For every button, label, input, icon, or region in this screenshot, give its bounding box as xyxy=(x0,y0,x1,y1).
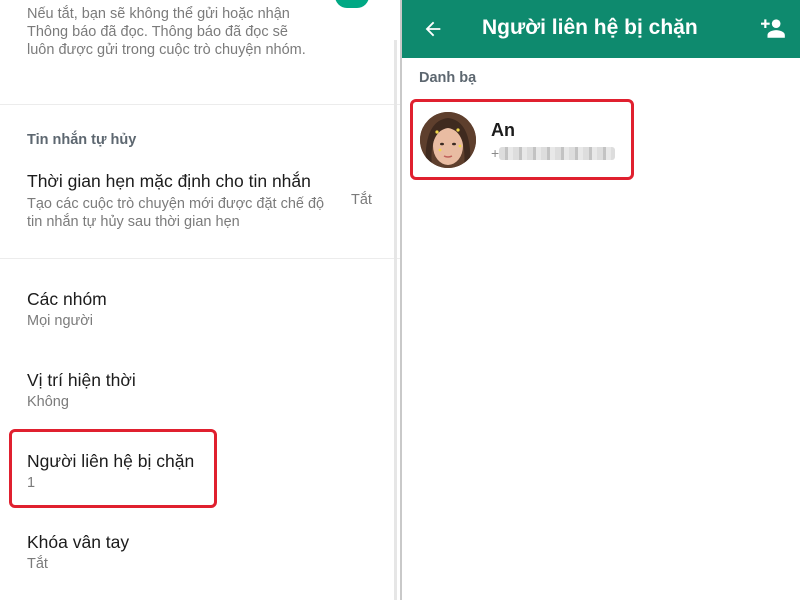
add-blocked-contact-button[interactable] xyxy=(758,12,790,44)
live-location-setting-value: Không xyxy=(27,394,69,410)
default-message-timer-value: Tắt xyxy=(351,192,372,208)
fingerprint-lock-setting-title: Khóa vân tay xyxy=(27,532,130,552)
add-person-icon xyxy=(761,19,785,38)
live-location-setting[interactable]: Vị trí hiện thời Không xyxy=(27,369,327,412)
app-bar-title: Người liên hệ bị chặn xyxy=(482,16,698,39)
default-message-timer-description: Tạo các cuộc trò chuyện mới được đặt chế… xyxy=(27,196,325,230)
avatar[interactable] xyxy=(420,112,476,168)
blocked-contacts-setting[interactable]: Người liên hệ bị chặn 1 xyxy=(27,450,327,493)
read-receipts-description: Nếu tắt, bạn sẽ không thể gửi hoặc nhận … xyxy=(27,6,306,58)
blocked-contacts-count: 1 xyxy=(27,475,36,491)
default-message-timer-title: Thời gian hẹn mặc định cho tin nhắn xyxy=(27,171,311,191)
section-header-disappearing-messages: Tin nhắn tự hủy xyxy=(27,132,137,148)
app-bar: Người liên hệ bị chặn xyxy=(402,0,800,58)
profile-photo xyxy=(420,112,476,168)
divider xyxy=(0,104,400,105)
arrow-left-icon xyxy=(425,21,441,37)
back-button[interactable] xyxy=(418,14,448,44)
contact-name: An xyxy=(491,120,515,140)
divider xyxy=(0,258,400,259)
fingerprint-lock-setting-value: Tắt xyxy=(27,556,48,572)
section-header-contacts: Danh bạ xyxy=(419,70,477,86)
groups-setting[interactable]: Các nhóm Mọi người xyxy=(27,288,327,331)
blocked-contact-row[interactable]: An + xyxy=(410,100,700,180)
fingerprint-lock-setting[interactable]: Khóa vân tay Tắt xyxy=(27,531,327,574)
phone-prefix: + xyxy=(491,145,500,161)
live-location-setting-title: Vị trí hiện thời xyxy=(27,370,136,390)
groups-setting-title: Các nhóm xyxy=(27,289,107,309)
privacy-settings-panel: Nếu tắt, bạn sẽ không thể gửi hoặc nhận … xyxy=(0,0,400,600)
blocked-contacts-screen: Người liên hệ bị chặn Danh bạ An + xyxy=(400,0,800,600)
read-receipts-toggle[interactable] xyxy=(335,0,369,8)
blocked-contacts-setting-title: Người liên hệ bị chặn xyxy=(27,451,195,471)
contact-phone-number: + xyxy=(491,144,615,162)
scrollbar[interactable] xyxy=(394,40,397,600)
groups-setting-value: Mọi người xyxy=(27,313,93,329)
phone-number-redacted xyxy=(499,147,615,160)
